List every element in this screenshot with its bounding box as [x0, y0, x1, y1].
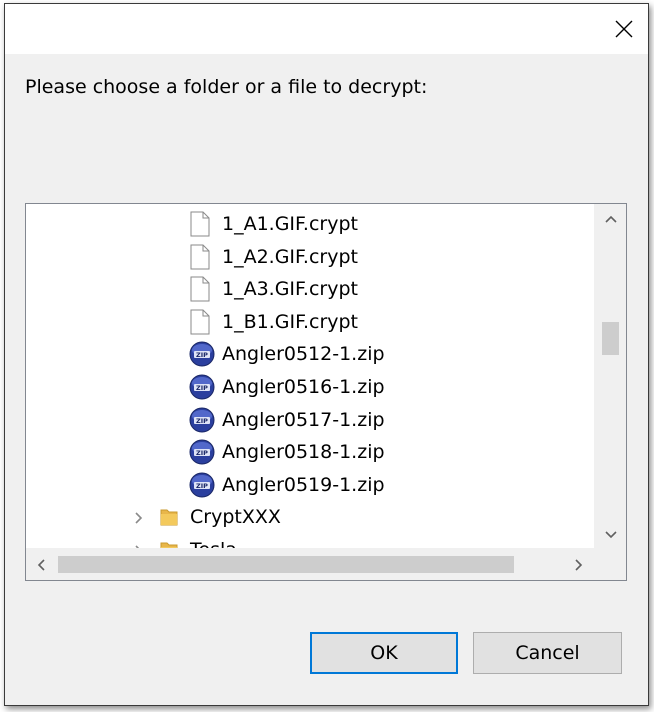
- tree-item-label: Angler0519-1.zip: [222, 473, 385, 496]
- scroll-right-arrow[interactable]: [570, 556, 588, 573]
- title-bar: [5, 4, 648, 54]
- file-icon: [189, 276, 211, 302]
- tree-file-item[interactable]: 1_A1.GIF.crypt: [26, 208, 594, 240]
- svg-text:ZIP: ZIP: [196, 351, 208, 359]
- tree-file-item[interactable]: ZIP Angler0512-1.zip: [26, 338, 594, 370]
- ok-button[interactable]: OK: [310, 632, 458, 674]
- scrollbar-corner: [594, 548, 626, 580]
- decrypt-dialog: Please choose a folder or a file to decr…: [4, 3, 649, 706]
- chevron-right-icon: [575, 558, 583, 571]
- tree-item-label: 1_A2.GIF.crypt: [222, 245, 358, 268]
- tree-item-label: 1_A1.GIF.crypt: [222, 213, 358, 235]
- tree-folder-item[interactable]: CryptXXX: [26, 501, 594, 533]
- folder-icon: [158, 506, 180, 532]
- zip-archive-icon: ZIP: [189, 341, 215, 367]
- file-icon: [189, 211, 211, 237]
- dialog-prompt: Please choose a folder or a file to decr…: [25, 76, 428, 98]
- folder-icon: [158, 539, 180, 548]
- tree-file-item[interactable]: 1_B1.GIF.crypt: [26, 306, 594, 338]
- tree-item-label: 1_B1.GIF.crypt: [222, 310, 359, 333]
- scroll-left-arrow[interactable]: [32, 556, 50, 573]
- tree-file-item[interactable]: ZIP Angler0519-1.zip: [26, 469, 594, 501]
- zip-archive-icon: ZIP: [189, 472, 215, 498]
- expand-chevron-icon[interactable]: [134, 510, 146, 524]
- svg-text:ZIP: ZIP: [196, 482, 208, 490]
- vertical-scrollbar[interactable]: [594, 204, 626, 548]
- zip-archive-icon: ZIP: [189, 439, 215, 465]
- cancel-button[interactable]: Cancel: [473, 632, 622, 674]
- tree-item-label: Angler0512-1.zip: [222, 343, 385, 366]
- horizontal-scrollbar[interactable]: [26, 548, 594, 580]
- close-icon: [615, 20, 633, 38]
- tree-item-label: Angler0517-1.zip: [222, 408, 385, 431]
- chevron-left-icon: [37, 558, 45, 571]
- svg-text:ZIP: ZIP: [196, 449, 208, 457]
- zip-archive-icon: ZIP: [189, 374, 215, 400]
- chevron-up-icon: [604, 215, 617, 223]
- tree-viewport: 1_A1.GIF.crypt 1_A2.GIF.crypt 1_A3.GIF.cry…: [26, 204, 594, 548]
- tree-item-label: Angler0518-1.zip: [222, 441, 385, 464]
- svg-text:ZIP: ZIP: [196, 417, 208, 425]
- file-icon: [189, 244, 211, 270]
- tree-item-label: CryptXXX: [190, 506, 281, 529]
- tree-file-item[interactable]: 1_A3.GIF.crypt: [26, 273, 594, 305]
- tree-file-item[interactable]: 1_A2.GIF.crypt: [26, 241, 594, 273]
- file-icon: [189, 309, 211, 335]
- zip-archive-icon: ZIP: [189, 407, 215, 433]
- tree-item-label: Angler0516-1.zip: [222, 376, 385, 398]
- tree-folder-item[interactable]: Tesla: [26, 534, 594, 548]
- tree-file-item[interactable]: ZIP Angler0517-1.zip: [26, 404, 594, 436]
- horizontal-scroll-thumb[interactable]: [58, 556, 514, 573]
- svg-text:ZIP: ZIP: [196, 384, 208, 392]
- chevron-down-icon: [604, 531, 617, 539]
- close-button[interactable]: [606, 12, 642, 46]
- vertical-scroll-thumb[interactable]: [602, 322, 619, 355]
- tree-item-label: Tesla: [190, 539, 237, 548]
- tree-item-label: 1_A3.GIF.crypt: [222, 278, 358, 301]
- tree-file-item[interactable]: ZIP Angler0516-1.zip: [26, 371, 594, 403]
- scroll-down-arrow[interactable]: [602, 526, 619, 544]
- folder-tree[interactable]: 1_A1.GIF.crypt 1_A2.GIF.crypt 1_A3.GIF.cry…: [25, 203, 627, 581]
- tree-file-item[interactable]: ZIP Angler0518-1.zip: [26, 436, 594, 468]
- scroll-up-arrow[interactable]: [602, 210, 619, 228]
